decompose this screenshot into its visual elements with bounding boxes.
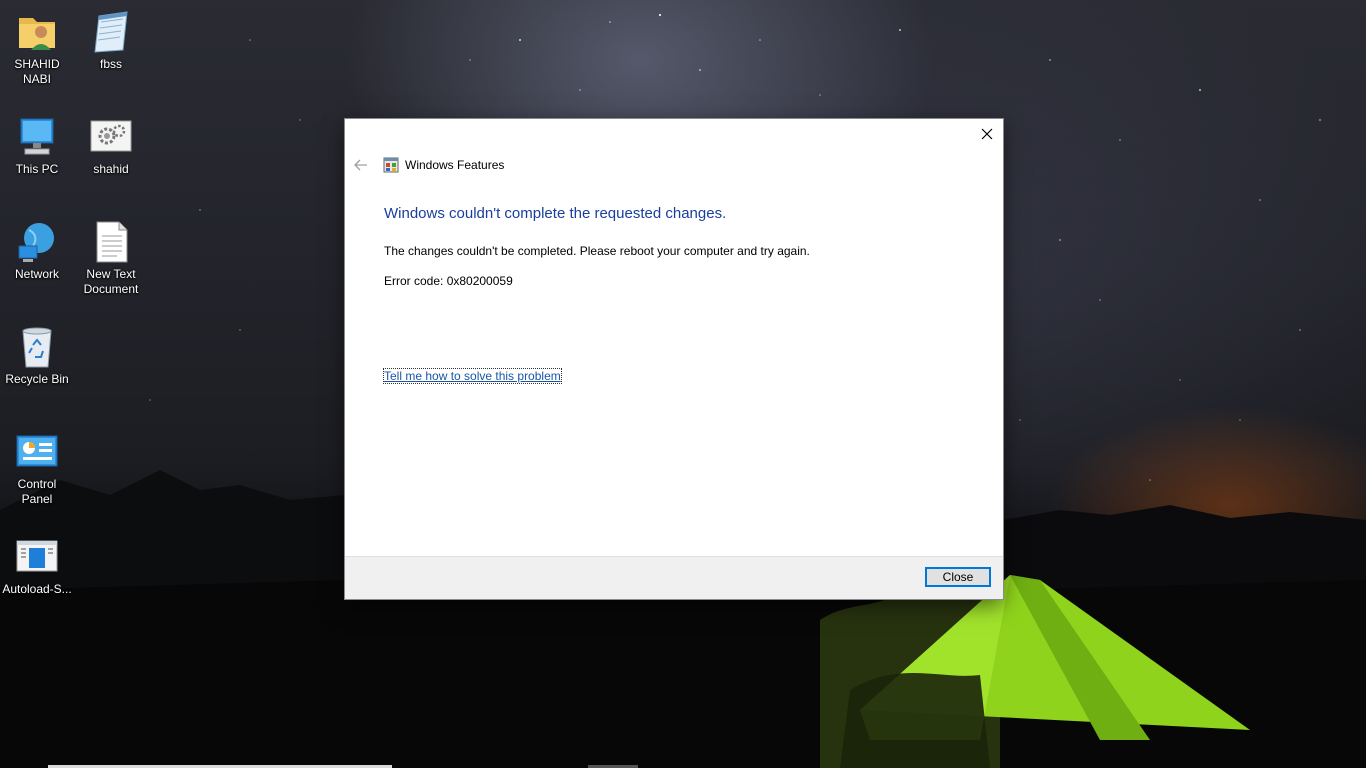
desktop-icon-control-panel[interactable]: Control Panel bbox=[1, 430, 73, 507]
autoload-app-icon bbox=[15, 535, 59, 579]
help-link[interactable]: Tell me how to solve this problem bbox=[383, 368, 562, 384]
desktop-icon-this-pc[interactable]: This PC bbox=[1, 115, 73, 177]
back-arrow-icon[interactable] bbox=[353, 157, 369, 173]
control-panel-icon bbox=[15, 430, 59, 474]
desktop-icon-user-folder[interactable]: SHAHID NABI bbox=[1, 10, 73, 87]
desktop-icon-autoload[interactable]: Autoload-S... bbox=[1, 535, 73, 597]
dialog-title: Windows Features bbox=[405, 158, 505, 172]
error-message: The changes couldn't be completed. Pleas… bbox=[384, 244, 810, 258]
close-icon bbox=[981, 128, 993, 140]
windows-features-dialog: Windows Features Windows couldn't comple… bbox=[345, 119, 1003, 599]
desktop-icon-new-text-document[interactable]: New Text Document bbox=[75, 220, 147, 297]
error-code: Error code: 0x80200059 bbox=[384, 274, 513, 288]
desktop-icon-fbss[interactable]: fbss bbox=[75, 10, 147, 72]
recycle-bin-icon bbox=[15, 325, 59, 369]
text-document-icon bbox=[89, 220, 133, 264]
windows-features-icon bbox=[383, 157, 399, 173]
error-heading: Windows couldn't complete the requested … bbox=[384, 205, 727, 222]
desktop-icon-recycle-bin[interactable]: Recycle Bin bbox=[1, 325, 73, 387]
dialog-close-button[interactable] bbox=[971, 119, 1003, 149]
desktop-icon-network[interactable]: Network bbox=[1, 220, 73, 282]
notepad-icon bbox=[89, 10, 133, 54]
user-folder-icon bbox=[15, 10, 59, 54]
settings-file-icon bbox=[89, 115, 133, 159]
computer-icon bbox=[15, 115, 59, 159]
network-icon bbox=[15, 220, 59, 264]
dialog-footer: Close bbox=[345, 556, 1003, 599]
desktop-icon-shahid[interactable]: shahid bbox=[75, 115, 147, 177]
dialog-header: Windows Features bbox=[353, 155, 504, 175]
close-button[interactable]: Close bbox=[925, 567, 991, 587]
